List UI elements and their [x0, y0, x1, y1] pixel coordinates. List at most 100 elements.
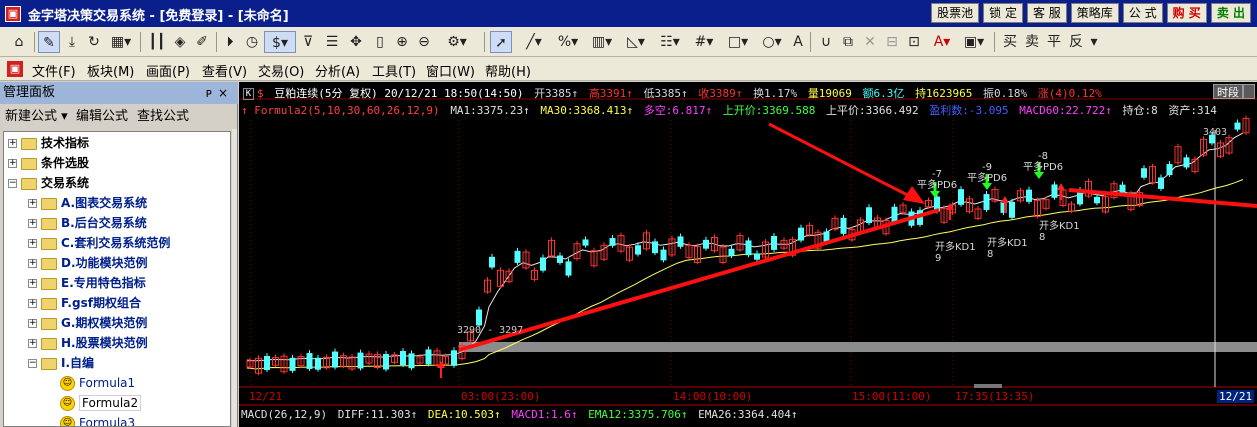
- dollar-icon[interactable]: $▾: [264, 31, 296, 53]
- lock-icon[interactable]: ⊟: [882, 31, 902, 53]
- buy-trade-button[interactable]: 买: [1000, 31, 1020, 53]
- zoom-out-icon[interactable]: ⊖: [414, 31, 434, 53]
- kline-canvas[interactable]: [239, 82, 1257, 427]
- menu-window[interactable]: 窗口(W): [426, 61, 475, 80]
- smiley-icon: ☺: [60, 396, 75, 411]
- zoom-in-icon[interactable]: ⊕: [392, 31, 412, 53]
- close-icon[interactable]: ×: [218, 82, 228, 104]
- more-chevron-icon[interactable]: ▾: [1088, 31, 1100, 53]
- expand-plus-icon[interactable]: +: [28, 199, 37, 208]
- pencil-icon[interactable]: ✎: [38, 31, 60, 53]
- support-button[interactable]: 客 服: [1026, 3, 1067, 23]
- expand-plus-icon[interactable]: +: [28, 319, 37, 328]
- collapse-minus-icon[interactable]: −: [28, 359, 37, 368]
- edit-formula-button[interactable]: 编辑公式: [76, 105, 128, 129]
- candle-down: [565, 261, 572, 276]
- stock-pool-button[interactable]: 股票池: [931, 3, 980, 23]
- magnet-icon[interactable]: ∪: [816, 31, 836, 53]
- expand-plus-icon[interactable]: +: [28, 279, 37, 288]
- tree-node[interactable]: + 技术指标: [8, 133, 89, 153]
- tree-node[interactable]: − 交易系统: [8, 173, 89, 193]
- buy-button[interactable]: 购 买: [1166, 3, 1207, 23]
- tree-node-formula[interactable]: ☺ Formula1: [60, 373, 135, 393]
- expand-plus-icon[interactable]: +: [8, 139, 17, 148]
- menu-tools[interactable]: 工具(T): [372, 61, 416, 80]
- find-formula-button[interactable]: 查找公式: [137, 105, 189, 129]
- tree-node[interactable]: + H.股票模块范例: [28, 333, 148, 353]
- copy-icon[interactable]: ⧉: [838, 31, 858, 53]
- menu-app-icon[interactable]: ▣: [7, 61, 23, 77]
- settings-icon[interactable]: ⚙▾: [442, 31, 472, 53]
- percent-icon[interactable]: %▾: [554, 31, 582, 53]
- grid-icon[interactable]: ▦▾: [106, 31, 136, 53]
- close-position-button[interactable]: 平: [1044, 31, 1064, 53]
- tree-node[interactable]: + G.期权模块范例: [28, 313, 147, 333]
- new-formula-button[interactable]: 新建公式 ▾: [5, 105, 68, 129]
- expand-plus-icon[interactable]: +: [28, 239, 37, 248]
- formula-button[interactable]: 公 式: [1122, 3, 1163, 23]
- column-icon[interactable]: ▯: [370, 31, 390, 53]
- refresh-icon[interactable]: ↻: [84, 31, 104, 53]
- candle-down: [489, 256, 495, 268]
- menu-sector[interactable]: 板块(M): [87, 61, 134, 80]
- panel-scrollbar[interactable]: [232, 129, 237, 427]
- lock-button[interactable]: 锁 定: [983, 3, 1023, 23]
- tree-node[interactable]: + A.图表交易系统: [28, 193, 147, 213]
- line-icon[interactable]: ╱▾: [520, 31, 548, 53]
- collapse-minus-icon[interactable]: −: [8, 179, 17, 188]
- clock-icon[interactable]: ◷: [242, 31, 262, 53]
- menu-file[interactable]: 文件(F): [32, 61, 76, 80]
- strategy-library-button[interactable]: 策略库: [1070, 3, 1119, 23]
- play-icon[interactable]: ⏵: [220, 31, 240, 53]
- menu-view-layout[interactable]: 画面(P): [146, 61, 190, 80]
- text-icon[interactable]: A: [790, 31, 806, 53]
- expand-plus-icon[interactable]: +: [28, 259, 37, 268]
- unlock-icon[interactable]: ⊡: [904, 31, 924, 53]
- hash-icon[interactable]: #▾: [690, 31, 718, 53]
- diamond-icon[interactable]: ◈: [170, 31, 190, 53]
- timeshare-button[interactable]: 时段: [1213, 84, 1243, 99]
- lines-icon[interactable]: ☷▾: [656, 31, 684, 53]
- panel-switch-button[interactable]: [1243, 84, 1255, 99]
- triangle-ruler-icon[interactable]: ◺▾: [622, 31, 650, 53]
- menu-view[interactable]: 查看(V): [202, 61, 247, 80]
- pin-icon[interactable]: ᴘ: [206, 82, 212, 104]
- circle-icon[interactable]: ○▾: [758, 31, 786, 53]
- k-toggle[interactable]: K: [243, 88, 254, 100]
- home-icon[interactable]: ⌂: [8, 31, 30, 53]
- ruler-icon[interactable]: ▥▾: [588, 31, 616, 53]
- filter-icon[interactable]: ⊽: [298, 31, 318, 53]
- kline-chart[interactable]: K $ 豆粕连续(5分 复权) 20/12/21 18:50(14:50) 开3…: [239, 82, 1257, 427]
- tree-node[interactable]: + 条件选股: [8, 153, 89, 173]
- expand-plus-icon[interactable]: +: [28, 339, 37, 348]
- expand-plus-icon[interactable]: +: [28, 219, 37, 228]
- tree-node-formula-selected[interactable]: ☺ Formula2: [60, 393, 142, 413]
- font-color-icon[interactable]: A▾: [928, 31, 956, 53]
- move-icon[interactable]: ✥: [346, 31, 366, 53]
- panel-header: 管理面板 ᴘ ×: [0, 82, 238, 104]
- tree-node[interactable]: + F.gsf期权组合: [28, 293, 141, 313]
- download-icon[interactable]: ⤓: [62, 31, 82, 53]
- list-icon[interactable]: ☰: [322, 31, 342, 53]
- expand-plus-icon[interactable]: +: [8, 159, 17, 168]
- tree-node[interactable]: + D.功能模块范例: [28, 253, 148, 273]
- delete-icon[interactable]: ✕: [860, 31, 880, 53]
- save-icon[interactable]: ▣▾: [960, 31, 988, 53]
- expand-plus-icon[interactable]: +: [28, 299, 37, 308]
- tree-node[interactable]: + B.后台交易系统: [28, 213, 147, 233]
- bars-icon[interactable]: ┃┃: [146, 31, 168, 53]
- cursor-icon[interactable]: ➚: [490, 31, 512, 53]
- reverse-position-button[interactable]: 反: [1066, 31, 1086, 53]
- menu-help[interactable]: 帮助(H): [485, 61, 531, 80]
- sell-trade-button[interactable]: 卖: [1022, 31, 1042, 53]
- sell-button[interactable]: 卖 出: [1210, 3, 1251, 23]
- rectangle-icon[interactable]: □▾: [724, 31, 752, 53]
- menu-analysis[interactable]: 分析(A): [315, 61, 360, 80]
- tree-node[interactable]: + C.套利交易系统范例: [28, 233, 170, 253]
- tree-node-formula[interactable]: ☺ Formula3: [60, 413, 135, 426]
- tree-node[interactable]: + E.专用特色指标: [28, 273, 146, 293]
- edit-icon[interactable]: ✐: [192, 31, 212, 53]
- menu-trade[interactable]: 交易(O): [258, 61, 304, 80]
- candle-down: [451, 350, 457, 366]
- tree-node[interactable]: − I.自编: [28, 353, 94, 373]
